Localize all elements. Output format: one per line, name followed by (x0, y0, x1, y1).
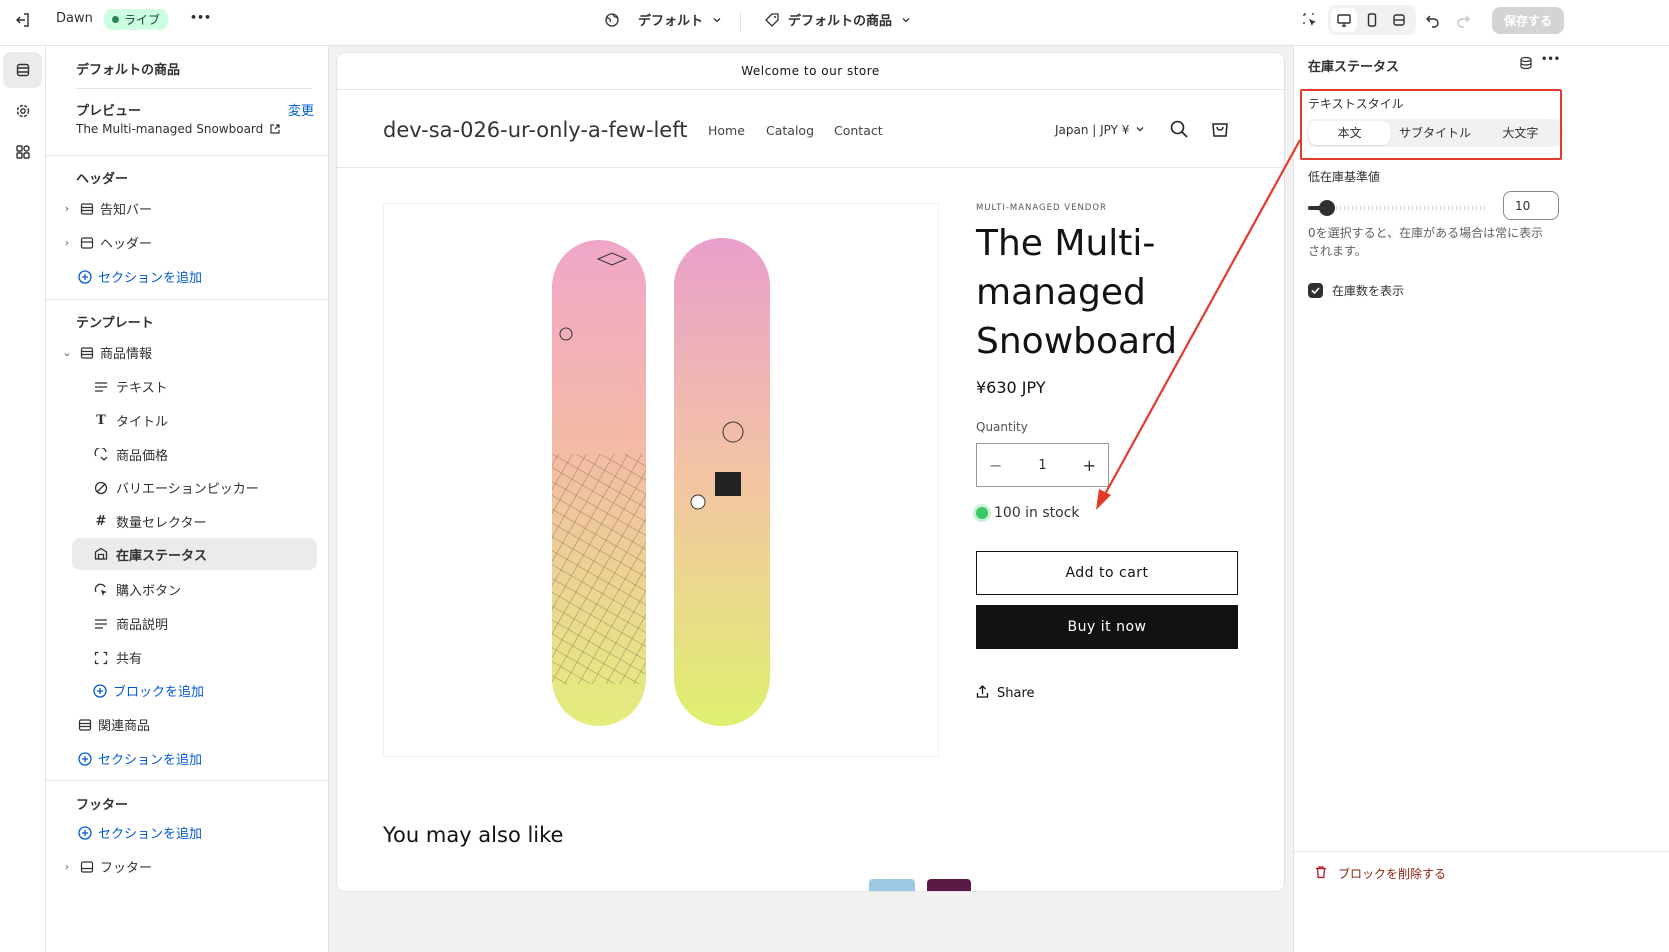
annotation-arrow (1096, 139, 1301, 510)
